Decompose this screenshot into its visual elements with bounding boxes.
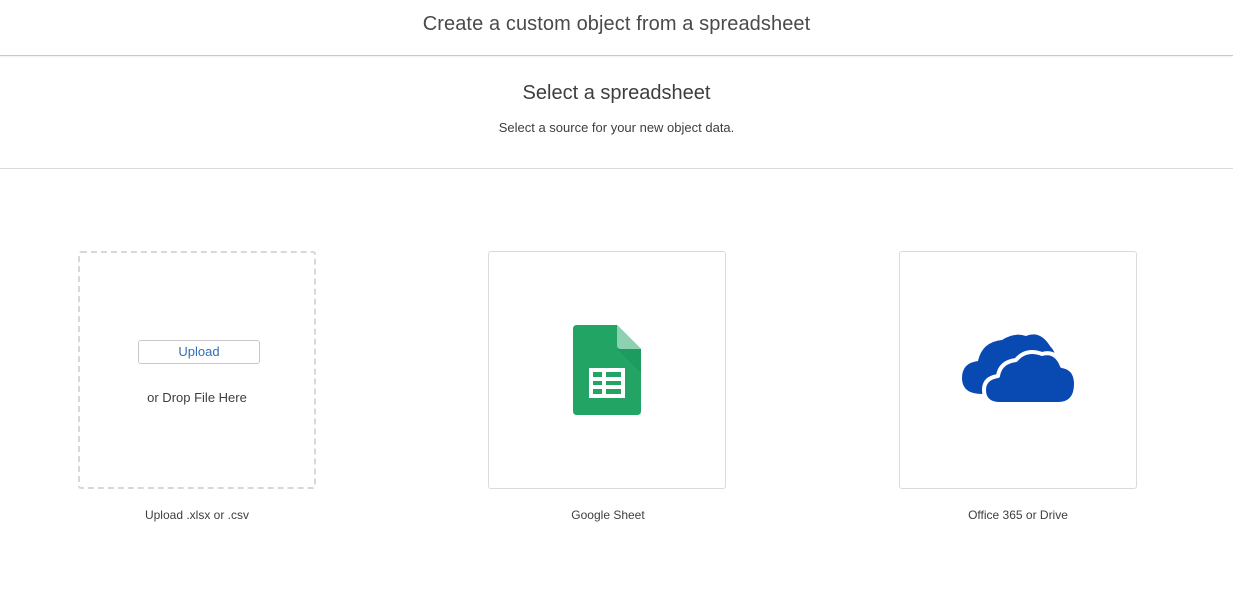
step-subtitle: Select a source for your new object data… bbox=[498, 120, 735, 135]
modal-header: Create a custom object from a spreadshee… bbox=[0, 0, 1233, 56]
page: Create a custom object from a spreadshee… bbox=[0, 0, 1233, 599]
upload-drop-zone[interactable]: Upload or Drop File Here bbox=[78, 251, 316, 489]
onedrive-cloud-icon bbox=[960, 332, 1078, 406]
google-sheet-card[interactable] bbox=[488, 251, 726, 489]
upload-button[interactable]: Upload bbox=[138, 340, 260, 364]
page-title: Create a custom object from a spreadshee… bbox=[422, 13, 811, 35]
office-365-caption: Office 365 or Drive bbox=[968, 508, 1068, 522]
step-header: Select a spreadsheet Select a source for… bbox=[0, 56, 1233, 169]
google-sheet-caption: Google Sheet bbox=[571, 508, 645, 522]
upload-caption: Upload .xlsx or .csv bbox=[144, 508, 250, 522]
office-365-card[interactable] bbox=[899, 251, 1137, 489]
drop-file-text: or Drop File Here bbox=[147, 390, 247, 405]
google-sheets-icon bbox=[573, 325, 643, 417]
step-title: Select a spreadsheet bbox=[522, 82, 711, 104]
